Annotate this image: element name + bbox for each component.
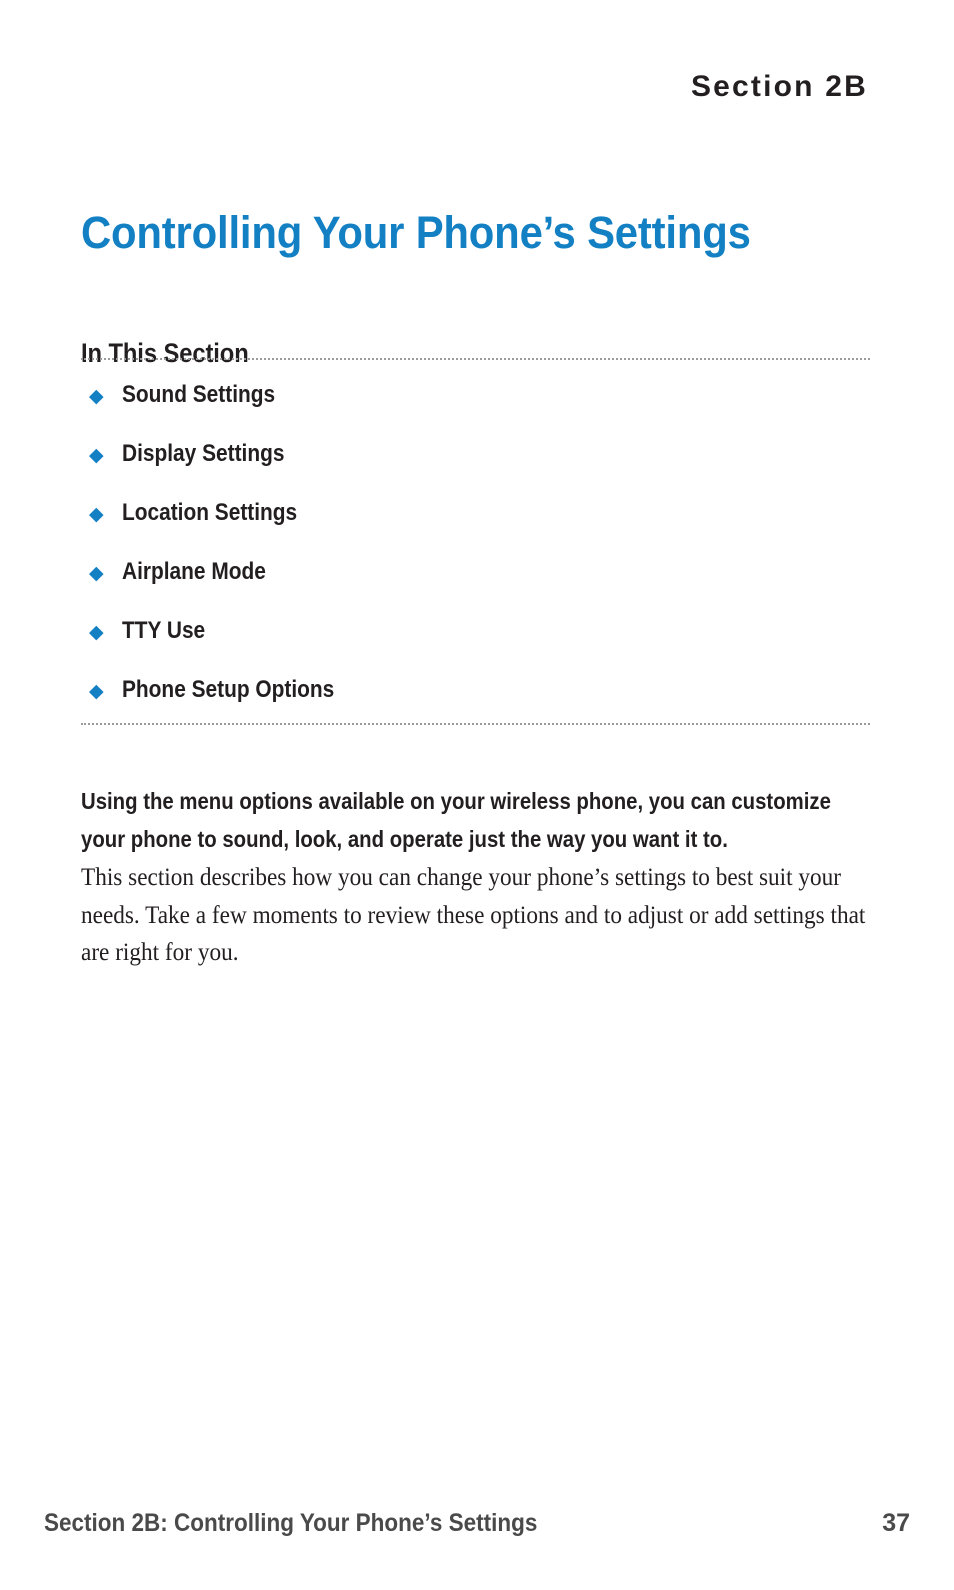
in-this-section-heading: In This Section bbox=[81, 338, 249, 369]
diamond-bullet-icon: ◆ bbox=[89, 504, 104, 525]
intro-lead-text: Using the menu options available on your… bbox=[81, 788, 831, 852]
list-item[interactable]: ◆ Location Settings bbox=[81, 499, 870, 558]
list-item[interactable]: ◆ Sound Settings bbox=[81, 381, 870, 440]
list-item-label: Phone Setup Options bbox=[122, 676, 335, 703]
in-this-section-list: ◆ Sound Settings ◆ Display Settings ◆ Lo… bbox=[81, 381, 870, 735]
footer-page-number: 37 bbox=[882, 1508, 910, 1537]
list-item[interactable]: ◆ Airplane Mode bbox=[81, 558, 870, 617]
intro-paragraph: Using the menu options available on your… bbox=[81, 782, 881, 972]
list-item-label: Sound Settings bbox=[122, 381, 276, 408]
diamond-bullet-icon: ◆ bbox=[89, 445, 104, 466]
divider-bottom bbox=[81, 723, 870, 725]
list-item-label: TTY Use bbox=[122, 617, 206, 644]
list-item-label: Airplane Mode bbox=[122, 558, 266, 585]
diamond-bullet-icon: ◆ bbox=[89, 386, 104, 407]
intro-body-text: This section describes how you can chang… bbox=[81, 864, 866, 966]
diamond-bullet-icon: ◆ bbox=[89, 563, 104, 584]
list-item-label: Location Settings bbox=[122, 499, 298, 526]
diamond-bullet-icon: ◆ bbox=[89, 622, 104, 643]
footer-section-title: Section 2B: Controlling Your Phone’s Set… bbox=[44, 1508, 538, 1537]
diamond-bullet-icon: ◆ bbox=[89, 681, 104, 702]
list-item-label: Display Settings bbox=[122, 440, 285, 467]
document-page: Section 2B Controlling Your Phone’s Sett… bbox=[0, 0, 954, 1590]
list-item[interactable]: ◆ Phone Setup Options bbox=[81, 676, 870, 735]
list-item[interactable]: ◆ Display Settings bbox=[81, 440, 870, 499]
list-item[interactable]: ◆ TTY Use bbox=[81, 617, 870, 676]
divider-top bbox=[81, 358, 870, 360]
page-title: Controlling Your Phone’s Settings bbox=[81, 207, 751, 259]
page-footer: Section 2B: Controlling Your Phone’s Set… bbox=[44, 1508, 910, 1538]
running-head-section-label: Section 2B bbox=[690, 70, 868, 103]
